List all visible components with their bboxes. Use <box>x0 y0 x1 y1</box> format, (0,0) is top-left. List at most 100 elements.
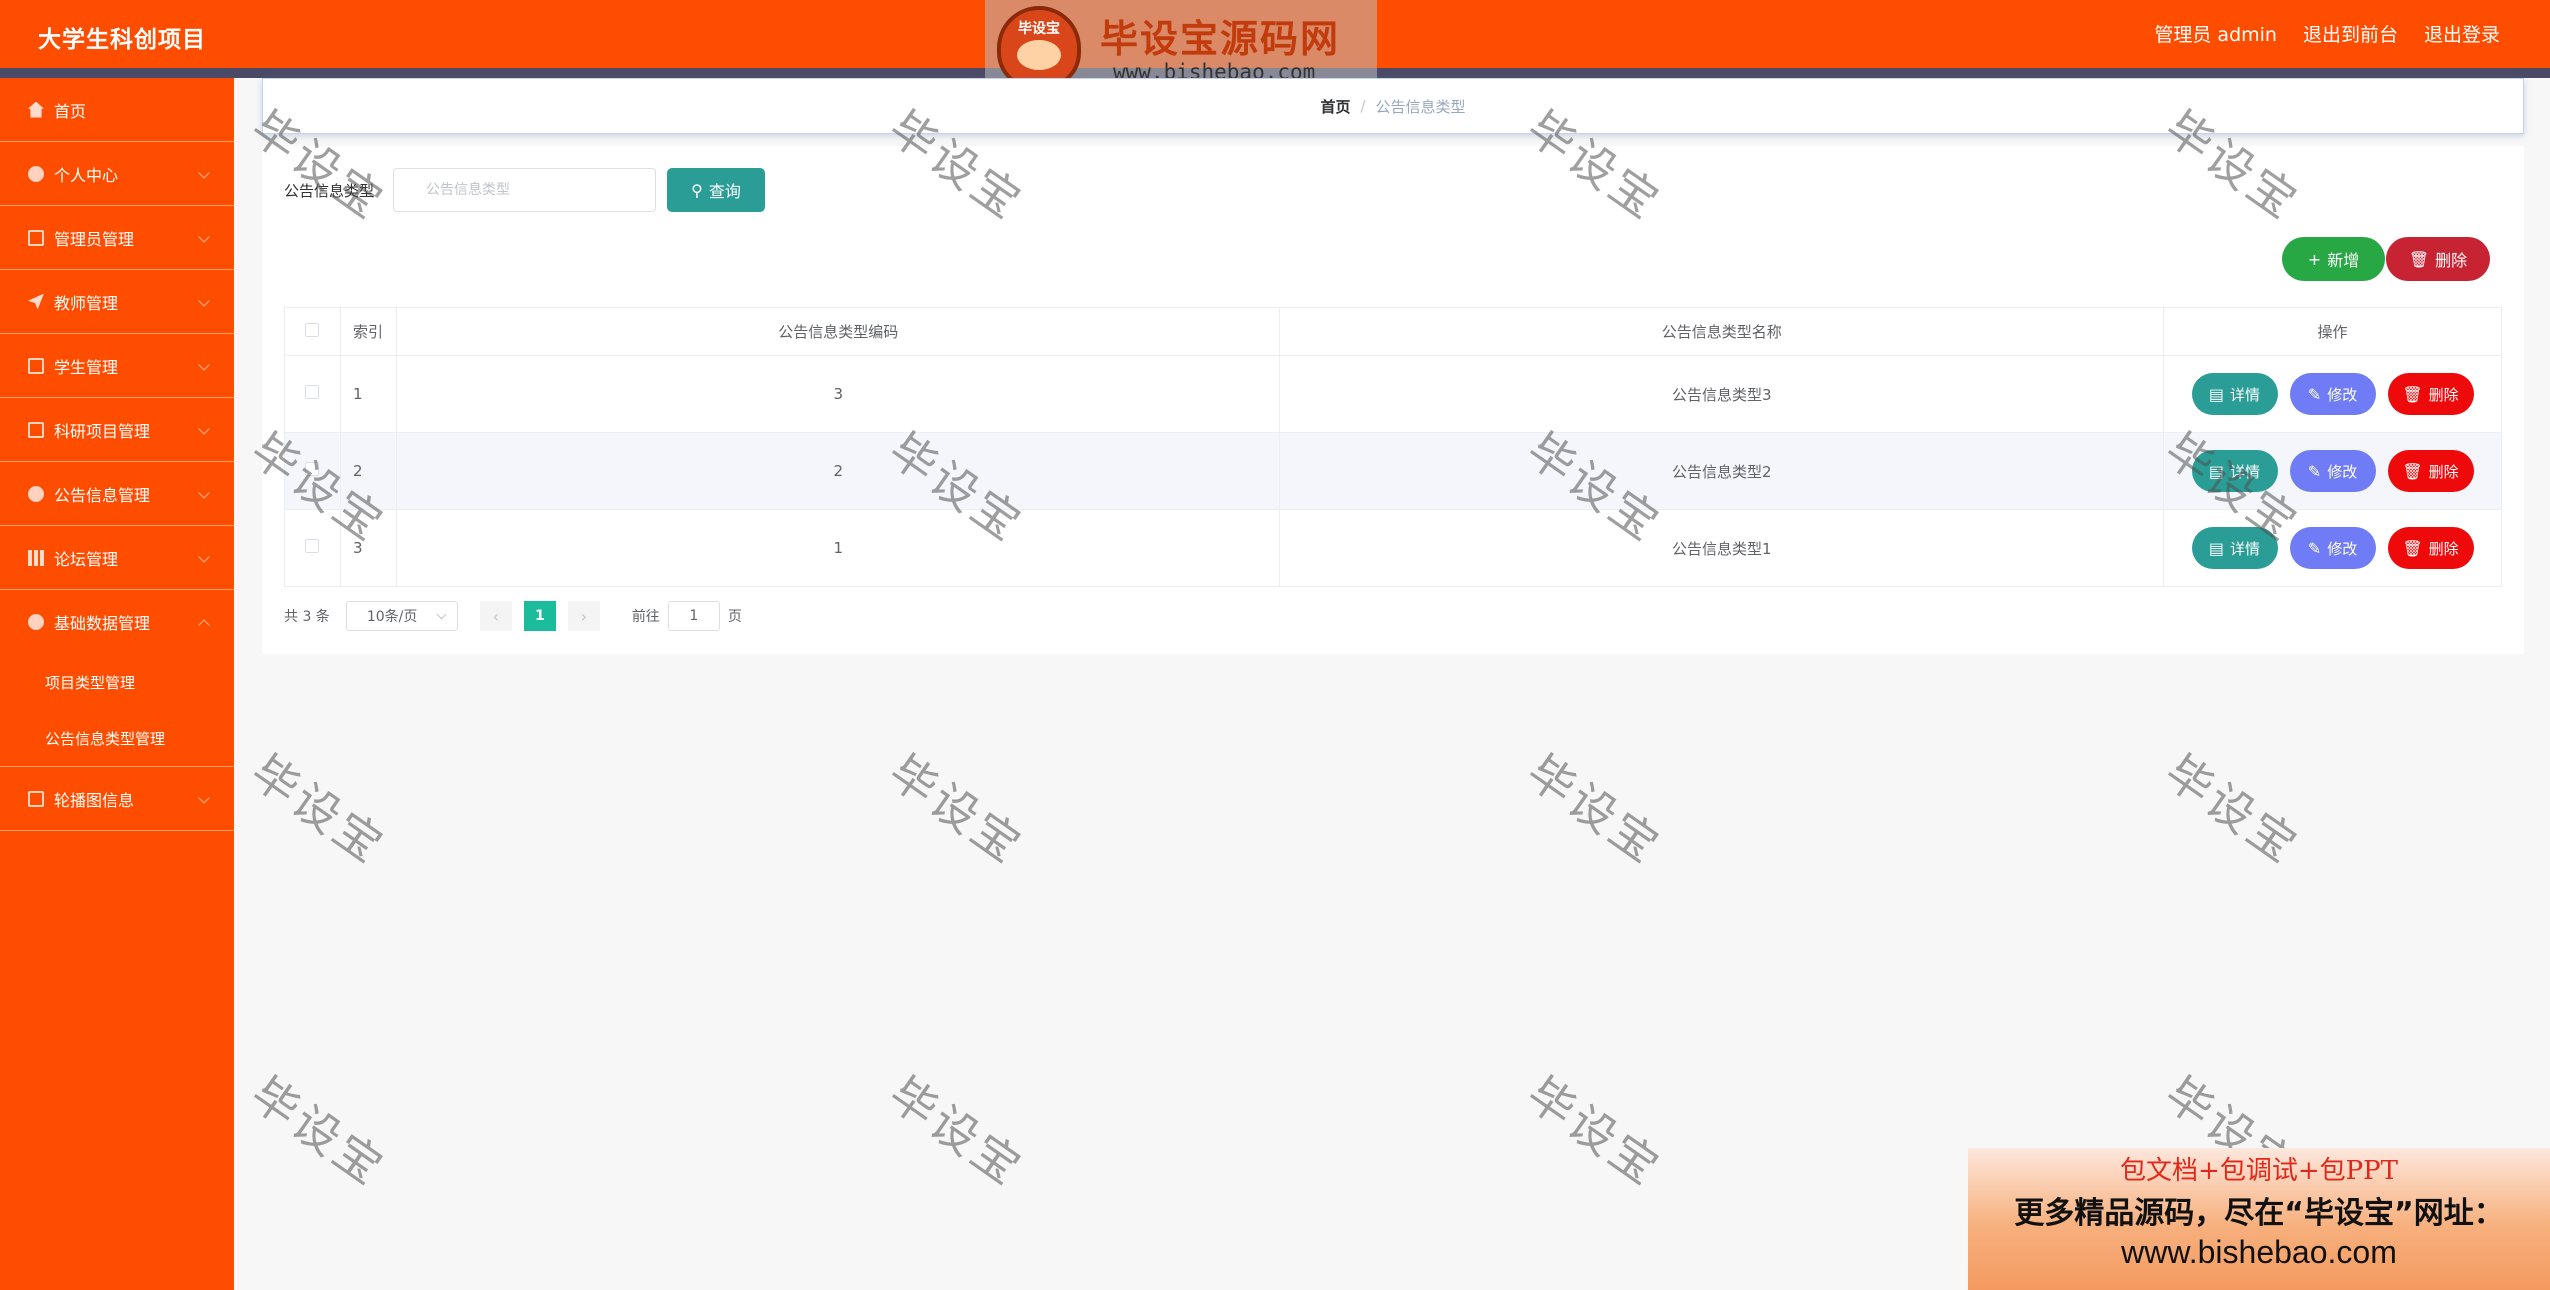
breadcrumb-current: 公告信息类型 <box>1375 97 1466 116</box>
document-icon: ▤ <box>2208 538 2225 558</box>
promo-line-1: 包文档+包调试+包PPT <box>2120 1156 2398 1186</box>
chevron-down-icon <box>198 423 210 435</box>
monitor-icon <box>28 357 44 374</box>
plus-icon: + <box>2307 249 2322 269</box>
cell-index: 1 <box>340 355 397 433</box>
home-icon <box>28 101 44 118</box>
batch-delete-button[interactable]: 🗑 删除 <box>2386 237 2490 281</box>
cell-name: 公告信息类型2 <box>1279 432 2165 510</box>
watermark-text: 毕设宝 <box>241 744 396 875</box>
chevron-down-icon <box>198 167 210 179</box>
cell-name: 公告信息类型1 <box>1279 509 2165 587</box>
exit-to-front-link[interactable]: 退出到前台 <box>2303 20 2398 47</box>
mail-icon <box>28 421 44 438</box>
chart-icon <box>28 549 44 566</box>
trash-icon: 🗑 <box>2402 461 2423 481</box>
select-all-cell <box>284 307 341 356</box>
watermark-text: 毕设宝 <box>241 1066 396 1197</box>
edit-button[interactable]: ✎ 修改 <box>2289 373 2376 415</box>
sidebar-item-personal-center[interactable]: 个人中心 <box>0 142 234 206</box>
logo-badge-text: 毕设宝 <box>1018 21 1060 37</box>
row-checkbox[interactable] <box>305 462 320 476</box>
query-button[interactable]: ⚲ 查询 <box>667 168 765 212</box>
next-page-button[interactable]: › <box>567 601 600 631</box>
query-button-label: 查询 <box>708 182 741 201</box>
cell-name: 公告信息类型3 <box>1279 355 2165 433</box>
sidebar-item-label: 个人中心 <box>54 165 119 185</box>
sidebar-item-base-data-management[interactable]: 基础数据管理 <box>0 590 234 654</box>
detail-button[interactable]: ▤ 详情 <box>2191 450 2278 492</box>
row-checkbox[interactable] <box>305 385 320 399</box>
sidebar-item-forum-management[interactable]: 论坛管理 <box>0 526 234 590</box>
pencil-icon: ✎ <box>2307 461 2322 481</box>
header-operation: 操作 <box>2163 307 2502 356</box>
send-icon <box>28 293 44 310</box>
promo-line-2: 更多精品源码，尽在“毕设宝”网址： <box>2014 1196 2504 1231</box>
chevron-down-icon <box>436 609 447 620</box>
header-name: 公告信息类型名称 <box>1279 307 2165 356</box>
trash-icon: 🗑 <box>2402 538 2423 558</box>
detail-button[interactable]: ▤ 详情 <box>2191 373 2278 415</box>
edit-button-label: 修改 <box>2327 539 2358 558</box>
detail-button[interactable]: ▤ 详情 <box>2191 527 2278 569</box>
watermark-text: 毕设宝 <box>879 744 1034 875</box>
document-icon: ▤ <box>2208 384 2225 404</box>
search-icon: ⚲ <box>691 180 703 200</box>
breadcrumb-home[interactable]: 首页 <box>1320 96 1350 117</box>
sidebar-item-label: 教师管理 <box>54 293 119 313</box>
delete-button[interactable]: 🗑 删除 <box>2387 373 2474 415</box>
table-row: 2 2 公告信息类型2 ▤ 详情 ✎ 修改 🗑 删除 <box>284 432 2502 510</box>
goto-page-input[interactable] <box>667 601 720 631</box>
pencil-icon: ✎ <box>2307 384 2322 404</box>
trash-icon: 🗑 <box>2408 249 2430 269</box>
watermark-text: 毕设宝 <box>1517 744 1672 875</box>
prev-page-button[interactable]: ‹ <box>479 601 512 631</box>
table-row: 1 3 公告信息类型3 ▤ 详情 ✎ 修改 🗑 删除 <box>284 355 2502 433</box>
sidebar-item-label: 首页 <box>54 101 87 121</box>
search-input[interactable] <box>393 168 656 212</box>
table-header-row: 索引 公告信息类型编码 公告信息类型名称 操作 <box>284 307 2502 356</box>
table-row: 3 1 公告信息类型1 ▤ 详情 ✎ 修改 🗑 删除 <box>284 509 2502 587</box>
data-table: 索引 公告信息类型编码 公告信息类型名称 操作 1 3 公告信息类型3 ▤ 详情 … <box>284 307 2502 587</box>
select-all-checkbox[interactable] <box>305 322 320 337</box>
cloud-icon <box>28 614 44 630</box>
bulb-icon <box>28 485 44 502</box>
document-icon: ▤ <box>2208 461 2225 481</box>
sidebar-item-label: 学生管理 <box>54 357 119 377</box>
delete-button-label: 删除 <box>2428 539 2459 558</box>
detail-button-label: 详情 <box>2230 539 2261 558</box>
edit-button-label: 修改 <box>2327 462 2358 481</box>
page-size-select[interactable]: 10条/页 <box>345 601 458 631</box>
sidebar-item-research-project-management[interactable]: 科研项目管理 <box>0 398 234 462</box>
page-number-current[interactable]: 1 <box>523 601 556 631</box>
sidebar-item-admin-management[interactable]: 管理员管理 <box>0 206 234 270</box>
sidebar-item-label: 轮播图信息 <box>54 790 135 810</box>
logout-link[interactable]: 退出登录 <box>2424 20 2500 47</box>
chevron-down-icon <box>198 359 210 371</box>
site-logo-watermark: 毕设宝 毕设宝源码网 www.bishebao.com <box>985 0 1377 90</box>
sidebar-item-notice-management[interactable]: 公告信息管理 <box>0 462 234 526</box>
crop-icon <box>28 790 44 807</box>
detail-button-label: 详情 <box>2230 462 2261 481</box>
watermark-text: 毕设宝 <box>2155 744 2310 875</box>
sidebar-item-home[interactable]: 首页 <box>0 78 234 142</box>
sidebar-item-teacher-management[interactable]: 教师管理 <box>0 270 234 334</box>
header-code: 公告信息类型编码 <box>396 307 1281 356</box>
sidebar-item-student-management[interactable]: 学生管理 <box>0 334 234 398</box>
breadcrumb: 首页 / 公告信息类型 <box>262 78 2524 134</box>
watermark-text: 毕设宝 <box>1517 1066 1672 1197</box>
edit-button[interactable]: ✎ 修改 <box>2289 450 2376 492</box>
delete-button[interactable]: 🗑 删除 <box>2387 527 2474 569</box>
add-button[interactable]: + 新增 <box>2282 237 2385 281</box>
row-checkbox[interactable] <box>305 539 320 553</box>
chevron-up-icon <box>198 619 210 631</box>
submenu-item-project-type[interactable]: 项目类型管理 <box>0 654 234 710</box>
logo-name: 毕设宝源码网 <box>1100 17 1341 61</box>
delete-button-label: 删除 <box>2428 462 2459 481</box>
sidebar-item-carousel[interactable]: 轮播图信息 <box>0 767 234 831</box>
promo-line-3: www.bishebao.com <box>2121 1234 2397 1270</box>
delete-button[interactable]: 🗑 删除 <box>2387 450 2474 492</box>
sidebar-item-label: 管理员管理 <box>54 229 135 249</box>
edit-button[interactable]: ✎ 修改 <box>2289 527 2376 569</box>
submenu-item-notice-type[interactable]: 公告信息类型管理 <box>0 710 234 766</box>
